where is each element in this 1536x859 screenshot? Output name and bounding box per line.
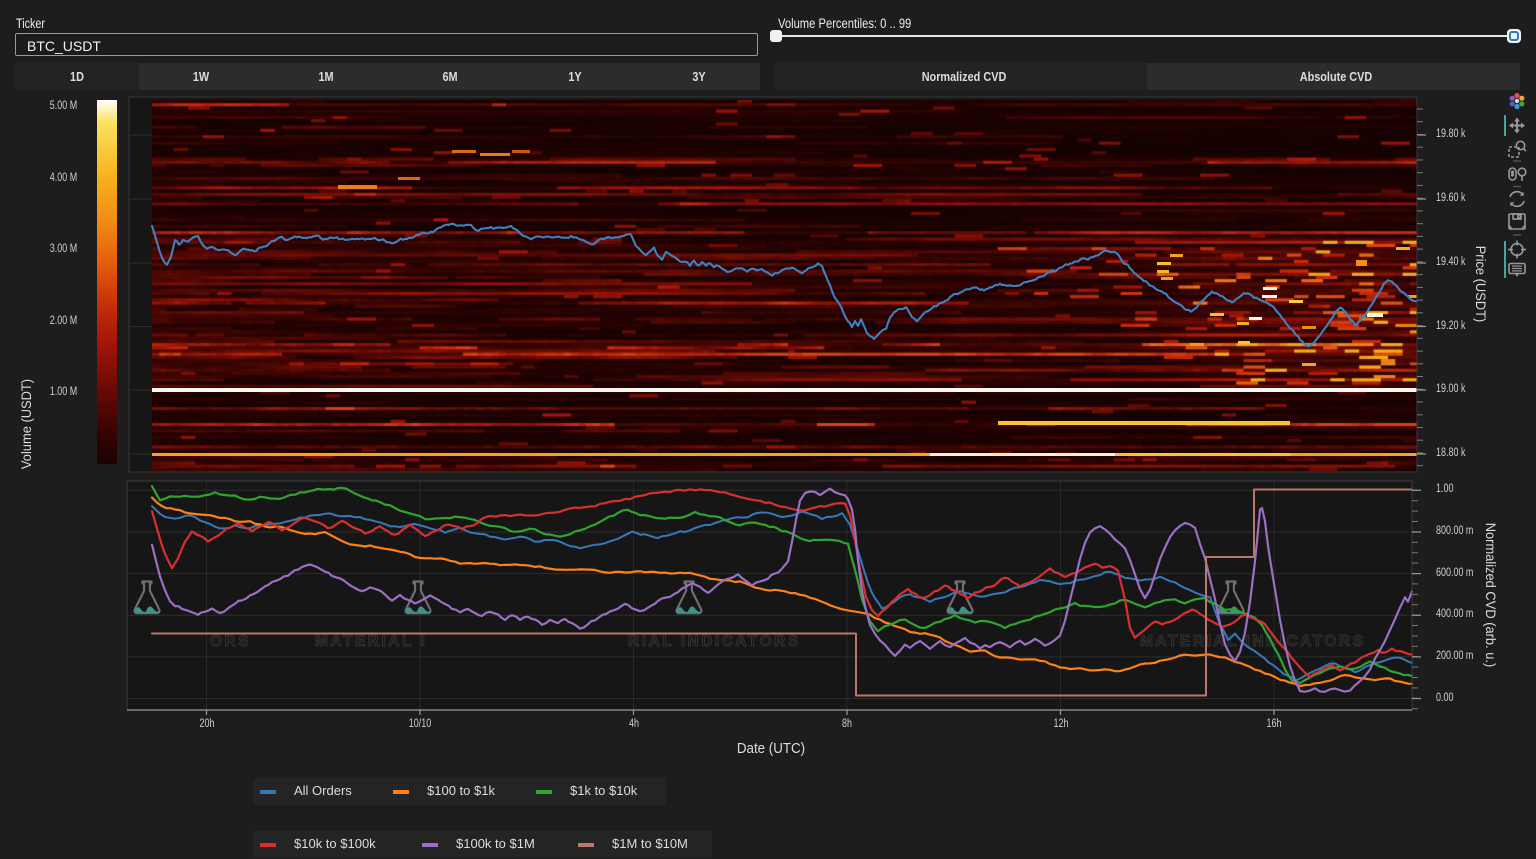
svg-text:ORS: ORS (210, 633, 251, 650)
svg-text:MATERIAL I: MATERIAL I (315, 633, 427, 650)
svg-text:MATERIAL INDICATORS: MATERIAL INDICATORS (1140, 633, 1365, 650)
svg-text:RIAL INDICATORS: RIAL INDICATORS (628, 633, 801, 650)
